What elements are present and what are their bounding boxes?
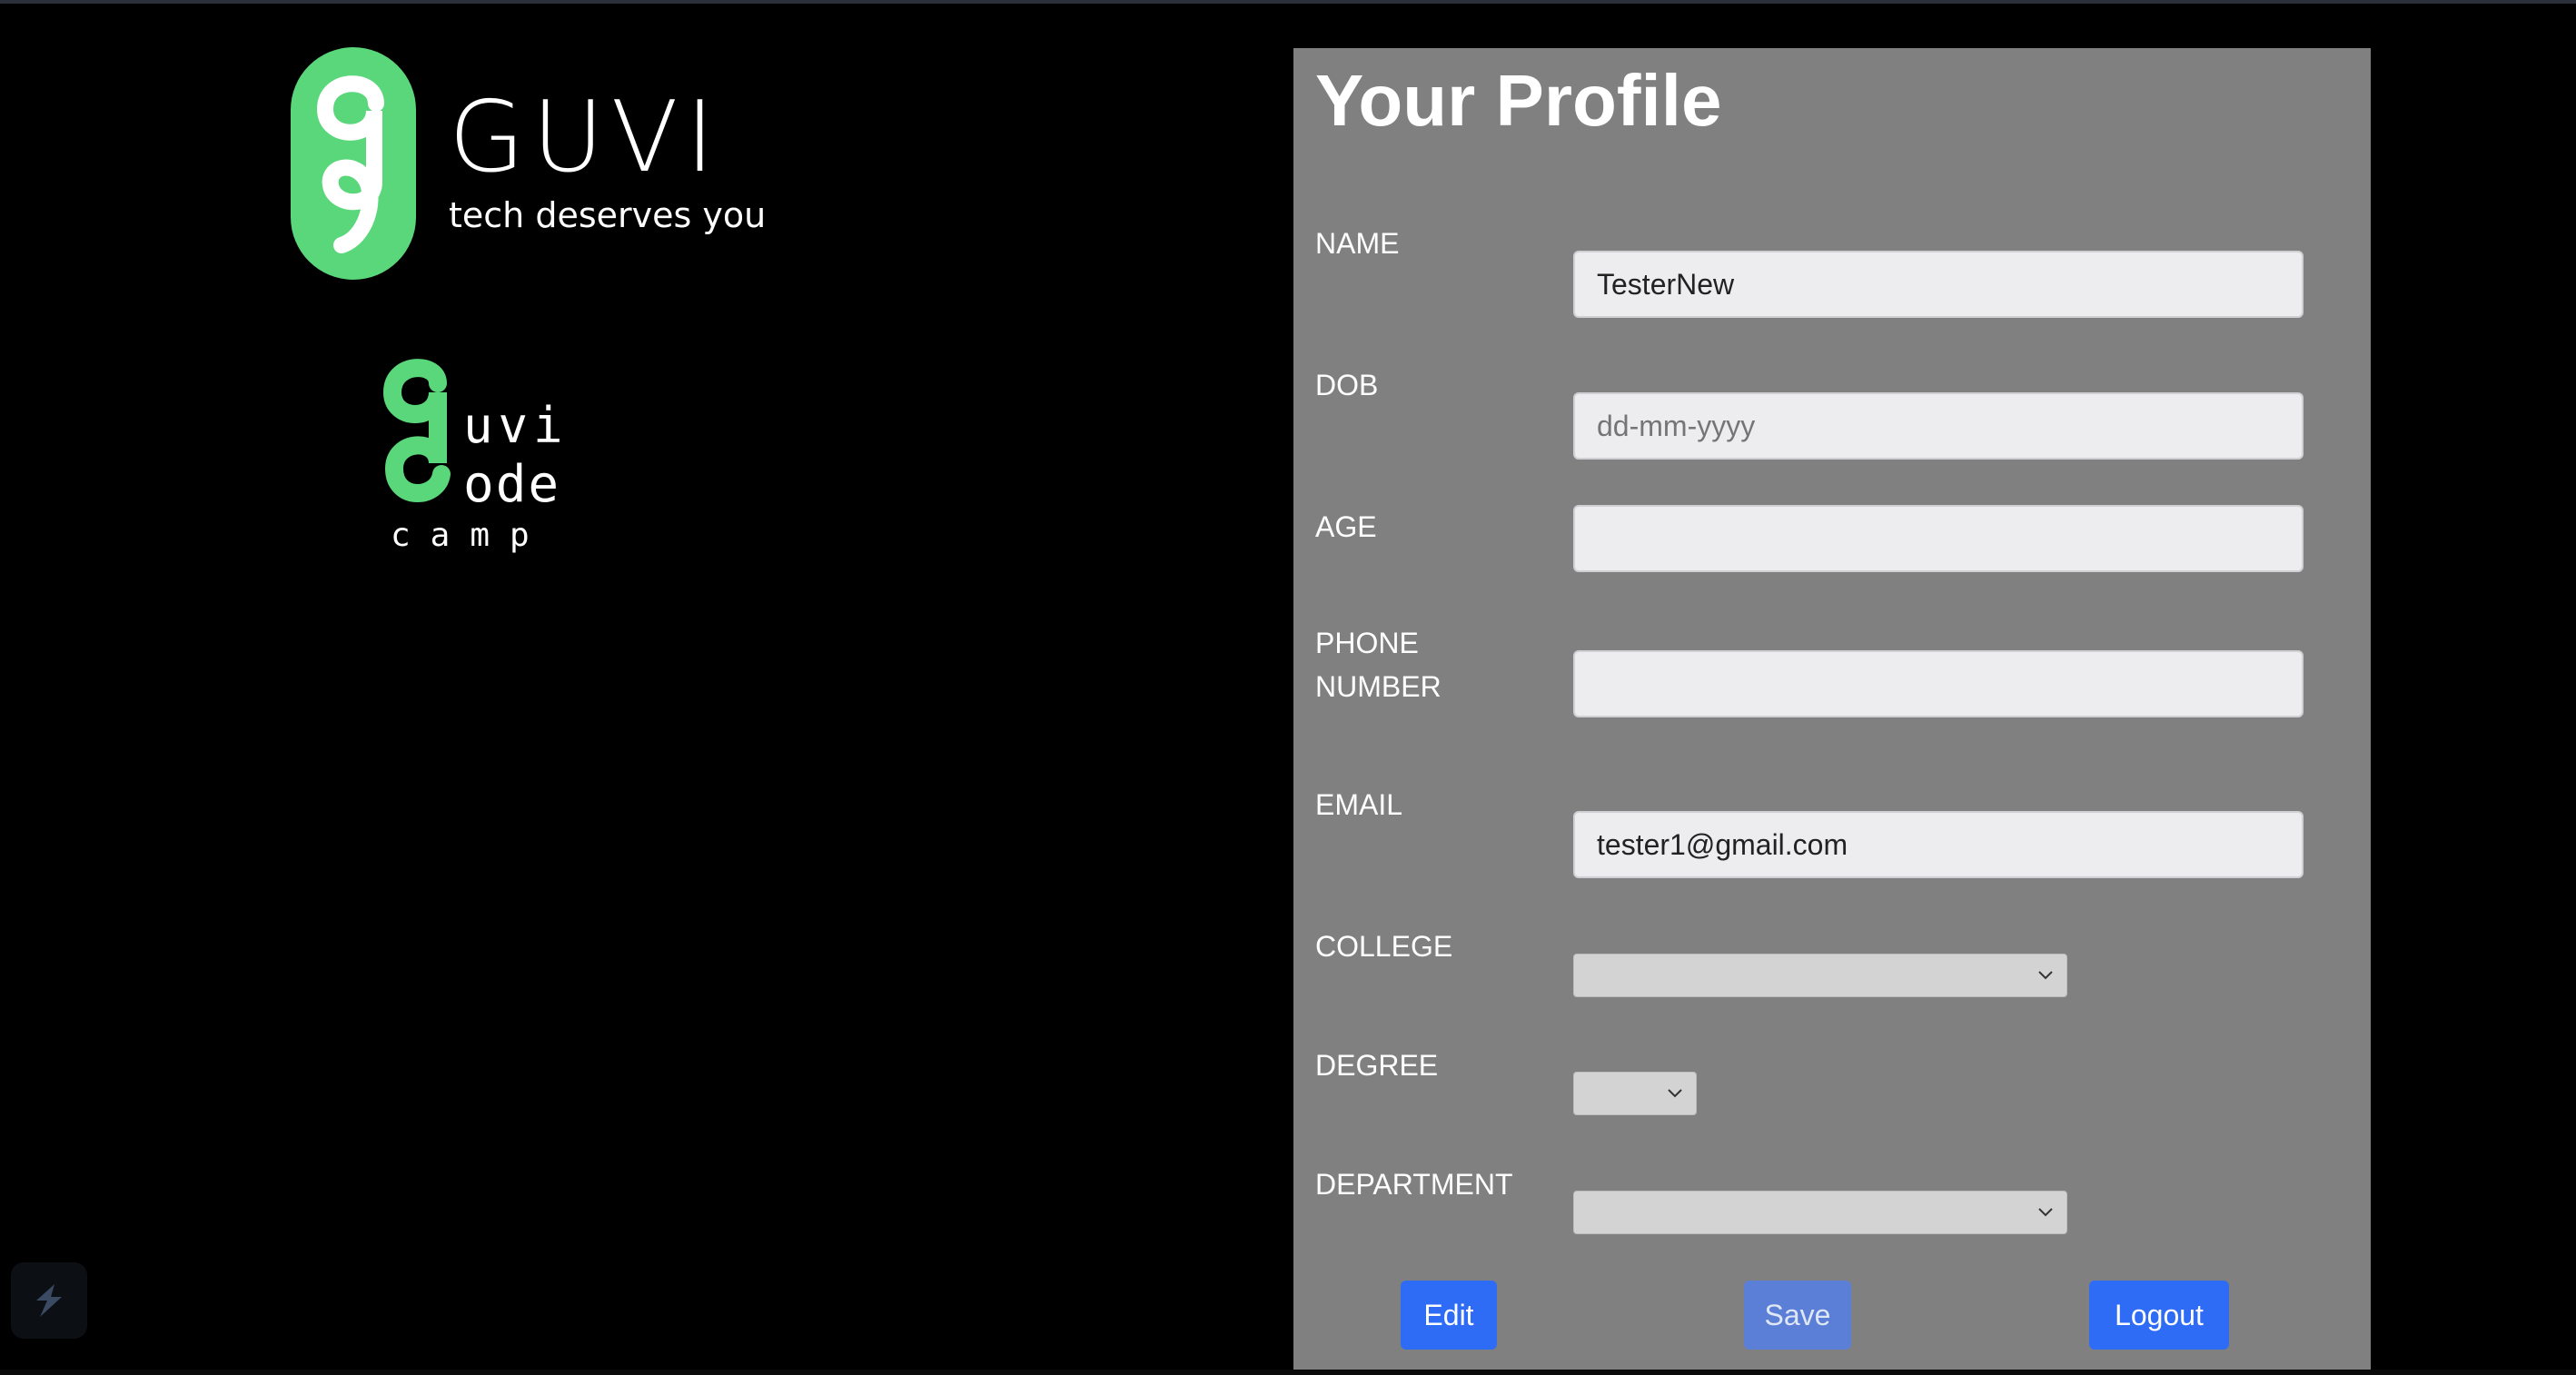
name-input[interactable] (1573, 251, 2304, 318)
guvi-wordmark: GUVI (449, 81, 722, 194)
department-select[interactable] (1573, 1191, 2067, 1234)
logout-button[interactable]: Logout (2089, 1281, 2229, 1350)
profile-panel: Your Profile NAME DOB AGE PHONE NUMBER E… (1293, 48, 2371, 1375)
browser-top-border (0, 0, 2576, 4)
degree-label: DEGREE (1315, 1049, 1439, 1082)
age-input[interactable] (1573, 505, 2304, 572)
department-label: DEPARTMENT (1315, 1168, 1513, 1201)
dob-label: DOB (1315, 369, 1379, 401)
page-title: Your Profile (1315, 60, 1722, 141)
age-label: AGE (1315, 510, 1377, 543)
guvi-logo: GUVI tech deserves you (289, 45, 766, 282)
college-select[interactable] (1573, 954, 2067, 997)
bottom-border (0, 1370, 2576, 1375)
college-label: COLLEGE (1315, 930, 1453, 963)
chevron-down-icon (1668, 1089, 1682, 1098)
phone-label: PHONE NUMBER (1315, 627, 1442, 703)
phone-input[interactable] (1573, 650, 2304, 717)
feedback-widget-icon (36, 1284, 62, 1317)
chevron-down-icon (2038, 971, 2053, 980)
codecamp-word-ode: ode (463, 455, 561, 514)
save-button[interactable]: Save (1744, 1281, 1851, 1350)
codecamp-logo: uvi ode camp (374, 356, 583, 565)
degree-select[interactable] (1573, 1072, 1697, 1115)
guvi-logo-mark (291, 47, 416, 280)
feedback-widget-button[interactable] (11, 1262, 87, 1339)
edit-button[interactable]: Edit (1401, 1281, 1497, 1350)
name-label: NAME (1315, 227, 1400, 260)
chevron-down-icon (2038, 1208, 2053, 1217)
email-input[interactable] (1573, 811, 2304, 878)
codecamp-word-camp: camp (391, 517, 550, 554)
guvi-tagline: tech deserves you (449, 195, 767, 235)
codecamp-word-uvi: uvi (463, 397, 569, 454)
dob-input[interactable] (1573, 392, 2304, 460)
email-label: EMAIL (1315, 788, 1403, 821)
